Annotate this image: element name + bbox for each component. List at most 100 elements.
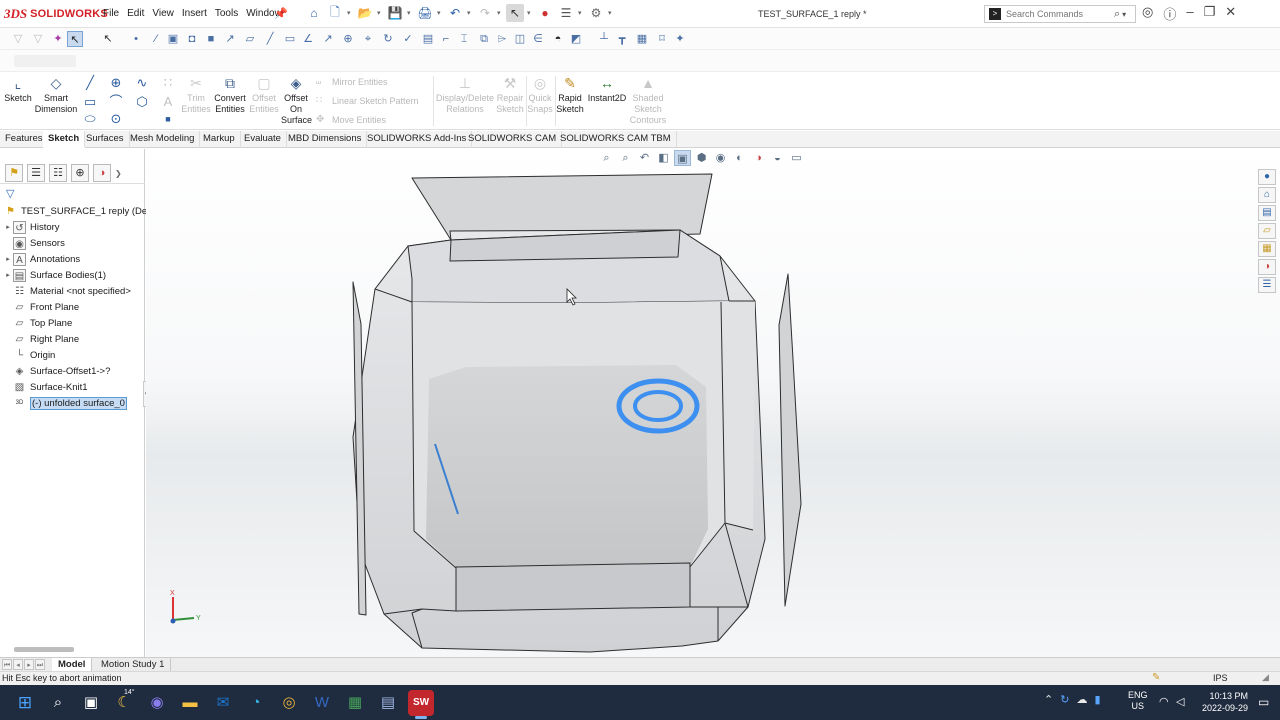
tab-solidworks-cam[interactable]: SOLIDWORKS CAM: [463, 131, 563, 148]
offset-on-surface-button[interactable]: ◈ Offset On Surface: [281, 75, 312, 126]
tree-item-right-plane[interactable]: ▱ Right Plane: [0, 331, 79, 347]
show-hidden-icons-icon[interactable]: ⌃: [1044, 693, 1053, 706]
filter-mid-point-icon[interactable]: ┴: [596, 31, 612, 47]
wifi-icon[interactable]: ◠: [1159, 695, 1169, 708]
arc-icon[interactable]: ⌒: [108, 94, 124, 110]
tree-item-sensors[interactable]: ◉ Sensors: [0, 235, 65, 251]
offset-entities-button[interactable]: ▢ Offset Entities: [249, 75, 279, 115]
tree-item-front-plane[interactable]: ▱ Front Plane: [0, 299, 79, 315]
expand-arrow-icon[interactable]: ▸: [3, 271, 13, 279]
dimxpert-tab-icon[interactable]: ⊕: [71, 164, 89, 182]
word-icon[interactable]: W: [309, 690, 335, 716]
close-icon[interactable]: ✕: [1225, 4, 1236, 23]
filter-note-icon[interactable]: ↗: [320, 31, 336, 47]
menu-tools[interactable]: Tools: [215, 8, 238, 19]
right-flap-face[interactable]: [778, 273, 802, 607]
chevron-down-icon[interactable]: ▾: [578, 4, 584, 22]
shaded-sketch-contours-button[interactable]: ▲ Shaded Sketch Contours: [629, 75, 667, 126]
redo-icon[interactable]: ↷: [476, 4, 494, 22]
language-indicator[interactable]: ENG US: [1128, 690, 1148, 712]
notification-icon[interactable]: ▭: [1258, 695, 1269, 709]
pattern-icon[interactable]: ∷: [160, 75, 176, 91]
tab-solidworks-add-ins[interactable]: SOLIDWORKS Add-Ins: [362, 131, 473, 148]
convert-entities-button[interactable]: ⧉ Convert Entities: [213, 75, 247, 115]
tree-item-surface-bodies[interactable]: ▸ ▤ Surface Bodies(1): [0, 267, 106, 283]
menu-file[interactable]: File: [103, 8, 119, 19]
chevron-down-icon[interactable]: ▾: [437, 4, 443, 22]
excel-icon[interactable]: ▦: [342, 690, 368, 716]
select-arrow-icon[interactable]: ↖: [67, 31, 83, 47]
tab-motion-study-1[interactable]: Motion Study 1: [95, 658, 172, 672]
fillet-icon[interactable]: ⊙: [108, 111, 124, 127]
filter-solid-icon[interactable]: ■: [203, 31, 219, 47]
clock[interactable]: 10:13 PM 2022-09-29: [1196, 690, 1248, 714]
new-document-icon[interactable]: 🗋: [326, 4, 344, 22]
search-commands-box[interactable]: > ⌕ ▾: [984, 5, 1136, 23]
filter-cutlist-icon[interactable]: ◩: [568, 31, 584, 47]
solidworks-taskbar-icon[interactable]: SW: [408, 690, 434, 716]
filter-blocks-icon[interactable]: ⧉: [476, 31, 492, 47]
print-icon[interactable]: 🖨: [416, 4, 434, 22]
open-icon[interactable]: 📂: [356, 4, 374, 22]
tab-solidworks-cam-tbm[interactable]: SOLIDWORKS CAM TBM: [555, 131, 677, 148]
filter-geometric-tolerance-icon[interactable]: ▤: [420, 31, 436, 47]
move-entities-button[interactable]: ✥ Move Entities: [316, 114, 386, 126]
display-delete-relations-button[interactable]: ⊥ Display/Delete Relations: [436, 75, 494, 115]
filter-datum-target-icon[interactable]: ⌐: [438, 31, 454, 47]
filter-weld-icon[interactable]: ⌖: [360, 31, 376, 47]
pin-icon[interactable]: 📌: [274, 7, 288, 20]
file-properties-icon[interactable]: ☰: [557, 4, 575, 22]
feature-manager-tab-icon[interactable]: ⚑: [5, 164, 23, 182]
spline-icon[interactable]: ∿: [134, 75, 150, 91]
line-icon[interactable]: ╱: [82, 75, 98, 91]
rapid-sketch-button[interactable]: ✎ Rapid Sketch: [556, 75, 584, 115]
filter-connection-icon[interactable]: ◫: [512, 31, 528, 47]
tree-item-unfolded-surface[interactable]: 3D (-) unfolded surface_0: [0, 395, 127, 411]
search-input[interactable]: [1006, 9, 1114, 19]
tab-model[interactable]: Model: [52, 658, 93, 672]
volume-icon[interactable]: ◁: [1176, 695, 1184, 708]
chat-icon[interactable]: ◉: [144, 690, 170, 716]
text-icon[interactable]: A: [160, 94, 176, 110]
tree-root[interactable]: ⚑ TEST_SURFACE_1 reply (Default): [0, 203, 168, 219]
trim-entities-button[interactable]: ✂ Trim Entities: [180, 75, 212, 115]
next-tab-icon[interactable]: ▸: [24, 659, 34, 670]
tree-item-surface-offset[interactable]: ◈ Surface-Offset1->?: [0, 363, 111, 379]
chevron-down-icon[interactable]: ▾: [608, 4, 614, 22]
filter-sketch-point-icon[interactable]: ▭: [282, 31, 298, 47]
tab-mesh-modeling[interactable]: Mesh Modeling: [125, 131, 201, 148]
sketch-button[interactable]: ⌞ Sketch: [4, 75, 32, 104]
options-gear-icon[interactable]: ⚙: [587, 4, 605, 22]
select-other-icon[interactable]: ↖: [100, 31, 116, 47]
tree-item-top-plane[interactable]: ▱ Top Plane: [0, 315, 73, 331]
filter-center-icon[interactable]: ┳: [614, 31, 630, 47]
chevron-down-icon[interactable]: ▾: [407, 4, 413, 22]
filter-dimension-icon[interactable]: ∠: [300, 31, 316, 47]
rebuild-indicator-icon[interactable]: ✎: [1152, 672, 1160, 683]
chevron-right-icon[interactable]: ❯: [115, 169, 122, 178]
magic-select-icon[interactable]: ✦: [50, 31, 66, 47]
menu-edit[interactable]: Edit: [127, 8, 144, 19]
tree-item-material[interactable]: ☷ Material <not specified>: [0, 283, 131, 299]
repair-sketch-button[interactable]: ⚒ Repair Sketch: [495, 75, 525, 115]
filter-sketch-segment-icon[interactable]: ╱: [262, 31, 278, 47]
outlook-icon[interactable]: ✉: [210, 690, 236, 716]
tab-mbd-dimensions[interactable]: MBD Dimensions: [283, 131, 368, 148]
filter-edges-icon[interactable]: ∕: [148, 31, 164, 47]
document-app-icon[interactable]: ▤: [375, 690, 401, 716]
home-icon[interactable]: ⌂: [305, 4, 323, 22]
display-manager-tab-icon[interactable]: ◑: [93, 164, 111, 182]
first-tab-icon[interactable]: ⏮: [2, 659, 12, 670]
windows-start-icon[interactable]: ⊞: [12, 690, 38, 716]
filter-clear-icon[interactable]: ✦: [672, 31, 688, 47]
expand-arrow-icon[interactable]: ▸: [3, 255, 13, 263]
filter-annotation-icon[interactable]: ⌑: [654, 31, 670, 47]
horizontal-scrollbar[interactable]: [14, 647, 74, 652]
smart-dimension-button[interactable]: ◇ Smart Dimension: [34, 75, 78, 115]
tree-item-annotations[interactable]: ▸ A Annotations: [0, 251, 80, 267]
last-tab-icon[interactable]: ⏭: [35, 659, 45, 670]
filter-axis-icon[interactable]: ↗: [222, 31, 238, 47]
filter-edge-icon[interactable]: ▽: [30, 31, 46, 47]
filter-icon[interactable]: ▽: [10, 31, 26, 47]
circle-icon[interactable]: ⊕: [108, 75, 124, 91]
